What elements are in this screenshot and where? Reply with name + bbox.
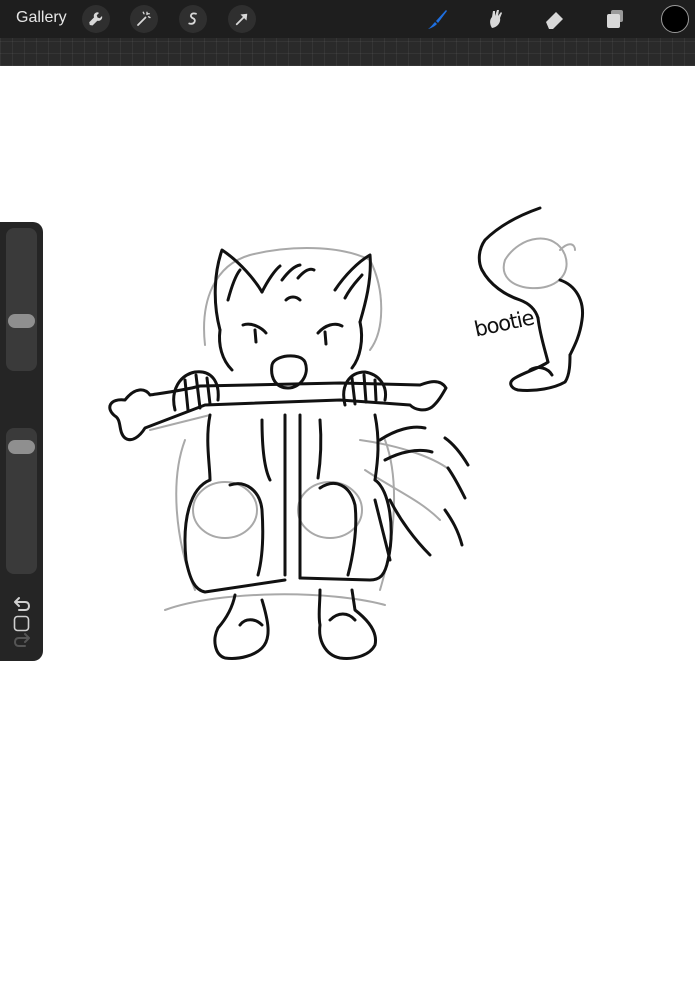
- transform-arrow-icon[interactable]: [228, 5, 256, 33]
- layers-icon[interactable]: [601, 5, 629, 33]
- wrench-icon[interactable]: [82, 5, 110, 33]
- selection-icon[interactable]: [179, 5, 207, 33]
- smudge-icon[interactable]: [482, 5, 510, 33]
- toolbar-strip: [0, 38, 695, 66]
- top-toolbar: Gallery: [0, 0, 695, 38]
- brush-icon[interactable]: [423, 5, 451, 33]
- eraser-icon[interactable]: [541, 5, 569, 33]
- lineart-layer: [108, 206, 585, 660]
- gallery-button[interactable]: Gallery: [16, 9, 67, 27]
- magic-wand-icon[interactable]: [130, 5, 158, 33]
- drawing-canvas[interactable]: [0, 66, 695, 1000]
- color-picker-button[interactable]: [661, 5, 689, 33]
